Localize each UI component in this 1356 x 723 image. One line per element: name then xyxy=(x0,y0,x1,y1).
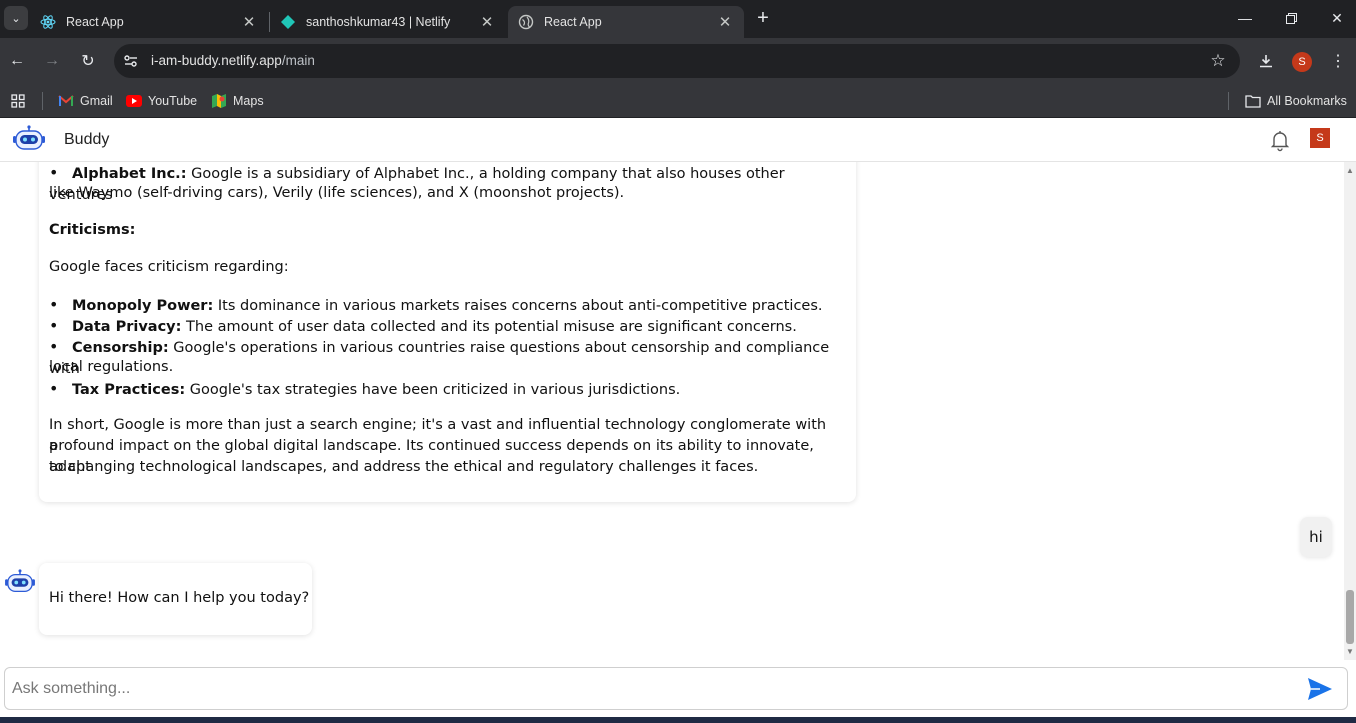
all-bookmarks-button[interactable]: All Bookmarks xyxy=(1245,91,1347,111)
minimize-icon[interactable]: — xyxy=(1222,0,1268,36)
bookmark-divider xyxy=(1228,92,1229,110)
app-header: Buddy S xyxy=(0,119,1356,162)
criticisms-intro: Google faces criticism regarding: xyxy=(49,259,289,275)
url-text: i-am-buddy.netlify.app/main xyxy=(151,53,315,68)
bullet: • xyxy=(49,163,59,182)
address-bar[interactable]: i-am-buddy.netlify.app/main ☆ xyxy=(114,44,1240,78)
bookmark-label: Gmail xyxy=(80,94,113,108)
bullet-text: Google's tax strategies have been critic… xyxy=(185,382,681,398)
ask-input[interactable] xyxy=(12,677,1282,701)
tab-title: React App xyxy=(544,15,602,29)
close-tab-icon[interactable]: ✕ xyxy=(240,13,258,31)
new-tab-button[interactable]: + xyxy=(752,6,774,30)
download-icon[interactable] xyxy=(1254,49,1278,73)
url-path: /main xyxy=(281,53,315,68)
tab-search-button[interactable]: ⌄ xyxy=(4,6,28,30)
bookmark-divider xyxy=(42,92,43,110)
bullet-label: Censorship: xyxy=(72,340,169,356)
bookmark-label: Maps xyxy=(233,94,264,108)
bullet-label: Monopoly Power: xyxy=(72,298,214,314)
user-message-bubble: hi xyxy=(1300,517,1332,557)
bullet-continuation: local regulations. xyxy=(49,359,174,375)
bullet: • xyxy=(49,316,59,335)
scroll-down-arrow-icon[interactable]: ▼ xyxy=(1346,647,1354,656)
back-arrow-icon[interactable]: ← xyxy=(5,49,29,73)
criticisms-heading: Criticisms: xyxy=(49,222,136,238)
tab-react-app-1[interactable]: React App ✕ xyxy=(30,6,268,38)
bookmark-gmail[interactable]: Gmail xyxy=(58,91,113,111)
bullet: • xyxy=(49,337,59,356)
bookmark-star-icon[interactable]: ☆ xyxy=(1208,51,1228,71)
site-settings-icon[interactable] xyxy=(122,52,140,70)
list-item: • Data Privacy: The amount of user data c… xyxy=(49,315,839,338)
bullet-text: The amount of user data collected and it… xyxy=(181,319,797,335)
close-tab-icon[interactable]: ✕ xyxy=(716,13,734,31)
gmail-icon xyxy=(58,93,74,109)
bullet: • xyxy=(49,379,59,398)
user-avatar[interactable]: S xyxy=(1310,128,1330,148)
notification-bell-icon[interactable] xyxy=(1268,128,1292,152)
bookmarks-bar: Gmail YouTube Maps All Bookmarks xyxy=(0,84,1356,118)
bookmark-label: YouTube xyxy=(148,94,198,108)
summary-line: to changing technological landscapes, an… xyxy=(49,459,759,475)
folder-icon xyxy=(1245,93,1261,109)
list-item: • Tax Practices: Google's tax strategies … xyxy=(49,378,839,401)
bullet-label: Data Privacy: xyxy=(72,319,182,335)
bullet-text: Its dominance in various markets raises … xyxy=(213,298,823,314)
apps-grid-icon[interactable] xyxy=(10,91,26,111)
browser-profile-avatar[interactable]: S xyxy=(1292,52,1312,72)
message-input-container xyxy=(4,667,1348,710)
react-icon xyxy=(40,14,56,30)
tab-react-app-active[interactable]: React App ✕ xyxy=(508,6,744,38)
os-taskbar-edge xyxy=(0,717,1356,723)
maps-icon xyxy=(211,93,227,109)
browser-menu-icon[interactable]: ⋮ xyxy=(1326,49,1350,73)
scrollbar-thumb[interactable] xyxy=(1346,590,1354,644)
send-icon[interactable] xyxy=(1304,673,1336,705)
tab-title: santhoshkumar43 | Netlify xyxy=(306,15,451,29)
reload-icon[interactable]: ↻ xyxy=(76,49,100,73)
tab-title: React App xyxy=(66,15,124,29)
globe-icon xyxy=(518,14,534,30)
forward-arrow-icon[interactable]: → xyxy=(40,49,64,73)
bookmark-maps[interactable]: Maps xyxy=(211,91,264,111)
list-item: • Monopoly Power: Its dominance in variou… xyxy=(49,294,839,317)
scroll-up-arrow-icon[interactable]: ▲ xyxy=(1346,166,1354,175)
close-tab-icon[interactable]: ✕ xyxy=(478,13,496,31)
browser-tab-bar: ⌄ React App ✕ santhoshkumar43 | Netlify … xyxy=(0,0,1356,38)
url-host: i-am-buddy.netlify.app xyxy=(151,53,282,68)
bookmark-youtube[interactable]: YouTube xyxy=(126,91,197,111)
robot-logo-icon xyxy=(12,125,46,155)
bullet-continuation: like Waymo (self-driving cars), Verily (… xyxy=(49,185,625,201)
restore-icon[interactable] xyxy=(1268,0,1314,36)
netlify-icon xyxy=(280,14,296,30)
app-title: Buddy xyxy=(64,131,110,148)
chat-scrollbar[interactable] xyxy=(1344,162,1356,660)
bullet: • xyxy=(49,295,59,314)
close-window-icon[interactable]: ✕ xyxy=(1314,0,1356,36)
robot-avatar-icon xyxy=(4,569,36,597)
browser-toolbar: ← → ↻ i-am-buddy.netlify.app/main ☆ ⋮ xyxy=(0,38,1356,84)
tab-netlify[interactable]: santhoshkumar43 | Netlify ✕ xyxy=(270,6,506,38)
youtube-icon xyxy=(126,93,142,109)
all-bookmarks-label: All Bookmarks xyxy=(1267,94,1347,108)
bullet-label: Tax Practices: xyxy=(72,382,186,398)
bullet-label: Alphabet Inc.: xyxy=(72,166,187,182)
bot-message-text: Hi there! How can I help you today? xyxy=(49,590,310,606)
chat-messages: • Alphabet Inc.: Google is a subsidiary o… xyxy=(0,162,1344,664)
